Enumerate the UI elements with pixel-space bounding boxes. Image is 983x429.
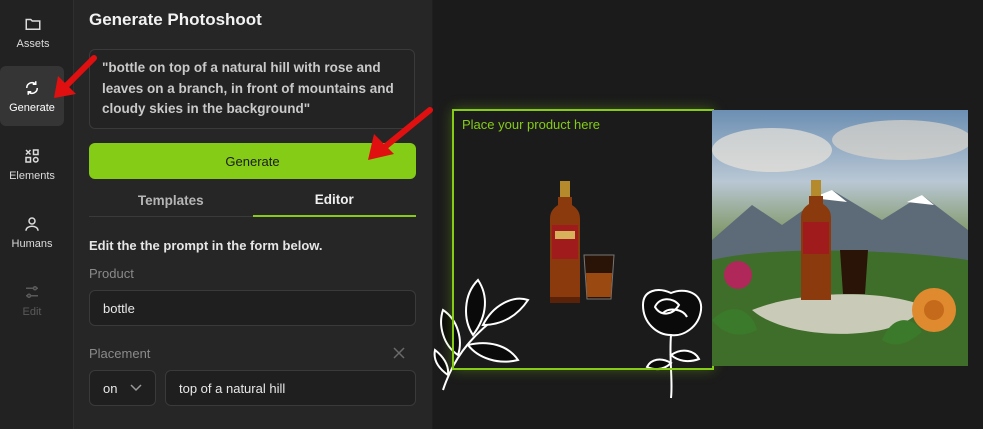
person-icon bbox=[25, 216, 39, 231]
tab-templates[interactable]: Templates bbox=[89, 184, 253, 216]
sidebar-item-edit: Edit bbox=[0, 270, 64, 330]
placement-input[interactable]: top of a natural hill bbox=[165, 370, 416, 406]
sidebar-item-elements[interactable]: Elements bbox=[0, 134, 64, 194]
placement-label: Placement bbox=[89, 346, 151, 361]
placement-preposition-select[interactable]: on bbox=[89, 370, 156, 406]
tab-editor[interactable]: Editor bbox=[252, 184, 416, 217]
sidebar-item-label: Generate bbox=[9, 101, 55, 114]
canvas-area[interactable]: Place your product here bbox=[433, 0, 983, 429]
generated-result-image[interactable] bbox=[712, 110, 968, 366]
product-label: Product bbox=[89, 266, 134, 281]
sliders-icon bbox=[26, 285, 38, 298]
placement-preposition-value: on bbox=[103, 380, 118, 396]
annotation-arrow-generate bbox=[54, 55, 97, 98]
page-title: Generate Photoshoot bbox=[89, 10, 262, 29]
elements-icon bbox=[25, 148, 39, 163]
sidebar-item-label: Humans bbox=[11, 237, 53, 250]
product-dropzone[interactable]: Place your product here bbox=[452, 109, 714, 370]
close-icon[interactable] bbox=[392, 346, 406, 360]
sidebar-item-label: Edit bbox=[22, 305, 42, 318]
sidebar-item-humans[interactable]: Humans bbox=[0, 202, 64, 262]
sidebar-item-assets[interactable]: Assets bbox=[1, 2, 65, 62]
generated-scene bbox=[712, 120, 968, 366]
dropzone-label: Place your product here bbox=[462, 117, 601, 132]
tab-bar: Templates Editor bbox=[89, 184, 416, 217]
generate-panel: Generate Photoshoot "bottle on top of a … bbox=[74, 0, 432, 429]
annotation-arrow-button bbox=[368, 107, 433, 160]
sidebar-item-label: Assets bbox=[16, 37, 50, 50]
form-heading: Edit the the prompt in the form below. bbox=[89, 238, 323, 253]
refresh-icon bbox=[25, 80, 39, 95]
product-bottle-image bbox=[550, 181, 615, 303]
product-input[interactable]: bottle bbox=[89, 290, 416, 326]
chevron-down-icon bbox=[130, 384, 142, 392]
sidebar-item-label: Elements bbox=[9, 169, 55, 182]
folder-icon bbox=[25, 18, 41, 30]
